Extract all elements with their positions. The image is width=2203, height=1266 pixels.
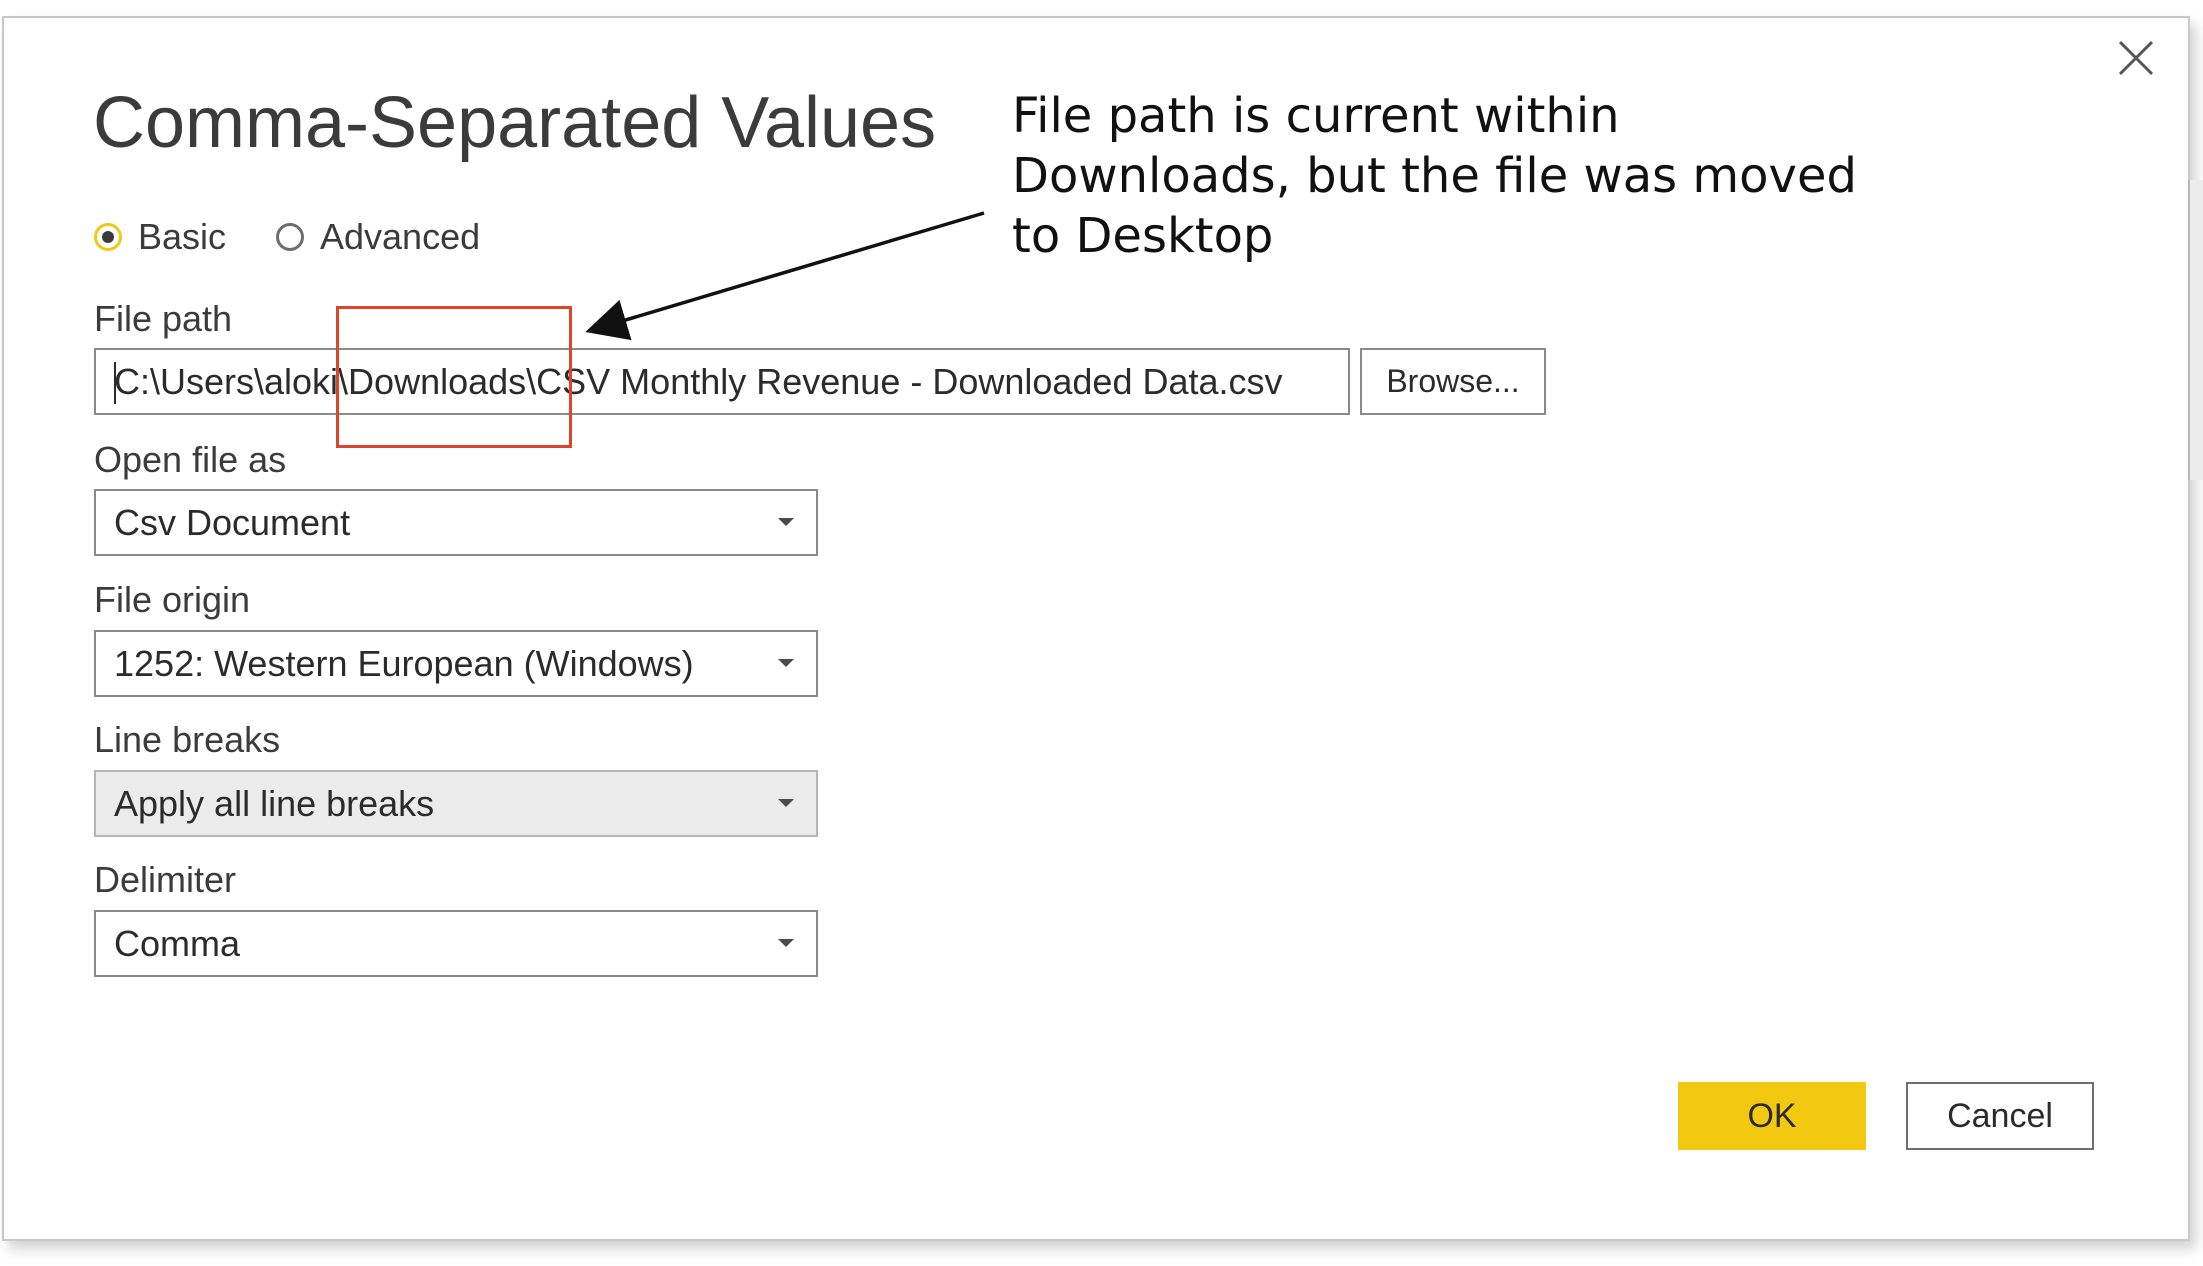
delimiter-value: Comma	[114, 922, 241, 964]
file-origin-select[interactable]: 1252: Western European (Windows)	[94, 630, 818, 697]
open-file-as-value: Csv Document	[114, 501, 351, 543]
line-breaks-select: Apply all line breaks	[94, 770, 818, 837]
open-file-as-select[interactable]: Csv Document	[94, 489, 818, 556]
delimiter-select[interactable]: Comma	[94, 910, 818, 977]
browse-button[interactable]: Browse...	[1360, 348, 1546, 415]
file-path-input[interactable]: C:\Users\aloki\Downloads\CSV Monthly Rev…	[94, 348, 1350, 415]
line-breaks-label: Line breaks	[94, 719, 281, 760]
chevron-down-icon	[778, 939, 794, 947]
basic-radio[interactable]: Basic	[94, 212, 226, 262]
advanced-radio[interactable]: Advanced	[276, 212, 480, 262]
file-path-value: C:\Users\aloki\Downloads\CSV Monthly Rev…	[114, 360, 1283, 402]
background-window-edge	[2188, 180, 2203, 480]
basic-radio-label: Basic	[138, 216, 227, 257]
cancel-button[interactable]: Cancel	[1906, 1082, 2094, 1150]
file-path-label: File path	[94, 298, 233, 339]
chevron-down-icon	[778, 659, 794, 667]
close-icon	[2118, 40, 2154, 76]
file-origin-label: File origin	[94, 579, 251, 620]
annotation-line: Downloads, but the file was moved	[1012, 148, 1857, 204]
radio-unselected-icon	[276, 223, 304, 251]
line-breaks-value: Apply all line breaks	[114, 782, 435, 824]
annotation-callout: File path is current within Downloads, b…	[1012, 86, 2012, 266]
dialog-title: Comma-Separated Values	[93, 83, 937, 163]
annotation-line: to Desktop	[1012, 208, 1274, 264]
advanced-radio-label: Advanced	[320, 216, 481, 257]
ok-button[interactable]: OK	[1678, 1082, 1866, 1150]
annotation-line: File path is current within	[1012, 88, 1620, 144]
chevron-down-icon	[778, 518, 794, 526]
radio-selected-icon	[94, 223, 122, 251]
delimiter-label: Delimiter	[94, 859, 237, 900]
chevron-down-icon	[778, 799, 794, 807]
open-file-as-label: Open file as	[94, 439, 287, 480]
text-caret	[114, 362, 116, 404]
close-button[interactable]	[2116, 38, 2156, 78]
file-origin-value: 1252: Western European (Windows)	[114, 642, 694, 684]
